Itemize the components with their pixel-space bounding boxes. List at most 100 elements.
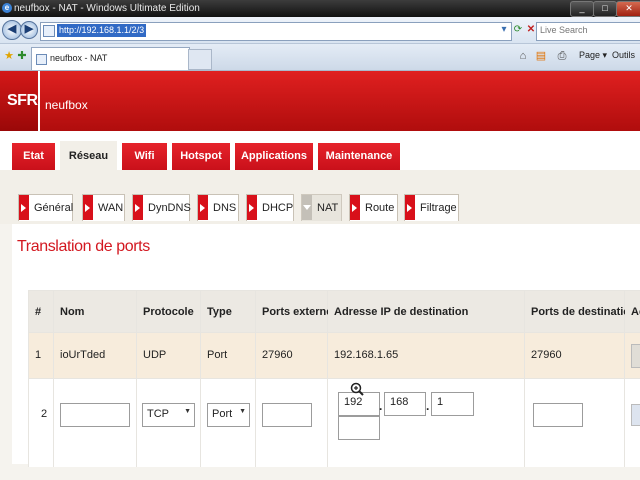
home-icon[interactable]: ⌂ xyxy=(517,49,529,63)
sub-nav: Général WAN DynDNS DNS DHCP NAT Route Fi… xyxy=(0,170,640,224)
tab-reseau[interactable]: Réseau xyxy=(60,141,117,170)
browser-tab-title: neufbox - NAT xyxy=(50,53,108,63)
section-title: Translation de ports xyxy=(17,238,150,255)
minimize-button[interactable]: _ xyxy=(570,1,594,17)
subtab-dyndns[interactable]: DynDNS xyxy=(132,194,191,221)
row-1-action-button[interactable] xyxy=(631,344,640,368)
col-header-num: # xyxy=(29,291,53,332)
col-header-protocole: Protocole xyxy=(137,291,200,332)
table-row-1-dest-ip: 192.168.1.65 xyxy=(328,333,524,378)
logo-divider xyxy=(38,71,40,131)
subtab-dhcp[interactable]: DHCP xyxy=(246,194,294,221)
arrow-marker-icon xyxy=(350,195,360,220)
arrow-marker-icon xyxy=(247,195,257,220)
page-menu[interactable]: Page ▾ xyxy=(579,50,607,61)
subtab-wan[interactable]: WAN xyxy=(82,194,125,221)
arrow-down-marker-icon xyxy=(302,195,312,220)
back-button[interactable]: ◀ xyxy=(2,20,22,40)
table-row-1-protocol: UDP xyxy=(137,333,200,378)
table-row-2-num: 2 xyxy=(29,379,53,467)
col-header-adresse-ip: Adresse IP de destination xyxy=(328,291,524,332)
tab-maintenance[interactable]: Maintenance xyxy=(318,143,400,170)
col-header-action: Ac xyxy=(625,291,640,332)
subtab-label: Général xyxy=(34,202,74,214)
ip-octet-3-input[interactable]: 1 xyxy=(431,392,474,416)
tab-hotspot[interactable]: Hotspot xyxy=(172,143,230,170)
browser-tab[interactable]: neufbox - NAT xyxy=(31,47,190,70)
table-row-1-ext-ports: 27960 xyxy=(256,333,327,378)
tab-wifi[interactable]: Wifi xyxy=(122,143,167,170)
search-placeholder: Live Search xyxy=(540,25,588,35)
col-header-ports-destination: Ports de destination xyxy=(525,291,637,332)
ip-octet-2-input[interactable]: 168 xyxy=(384,392,426,416)
chevron-down-icon: ▼ xyxy=(239,408,246,415)
protocol-select-value: TCP xyxy=(147,408,169,420)
window-titlebar: e neufbox - NAT - Windows Ultimate Editi… xyxy=(0,0,640,17)
browser-tab-bar: ★ ✚ neufbox - NAT ⌂ ▤ ⎙ Page ▾ Outils xyxy=(0,44,640,71)
port-forwarding-table: # Nom Protocole Type Ports externes Adre… xyxy=(28,290,640,467)
table-row-1-type: Port xyxy=(201,333,255,378)
subtab-route[interactable]: Route xyxy=(349,194,398,221)
ip-separator: . xyxy=(379,399,383,413)
new-tab-button[interactable] xyxy=(188,49,212,70)
col-header-nom: Nom xyxy=(54,291,136,332)
maximize-button[interactable]: □ xyxy=(593,1,617,17)
type-select-value: Port xyxy=(212,408,233,420)
name-input[interactable] xyxy=(60,403,130,427)
zoom-cursor-icon xyxy=(350,382,364,396)
row-2-add-button[interactable] xyxy=(631,404,640,426)
ip-octet-4-input[interactable] xyxy=(338,416,380,440)
page-favicon-icon xyxy=(43,25,55,37)
url-input[interactable]: http://192.168.1.1/2/3 xyxy=(40,22,512,41)
arrow-marker-icon xyxy=(198,195,208,220)
col-header-type: Type xyxy=(201,291,255,332)
table-row-1-name: ioUrTded xyxy=(54,333,136,378)
subtab-filtrage[interactable]: Filtrage xyxy=(404,194,459,221)
url-text: http://192.168.1.1/2/3 xyxy=(57,24,147,37)
tab-etat[interactable]: Etat xyxy=(12,143,55,170)
print-icon[interactable]: ⎙ xyxy=(556,49,568,63)
site-header: SFR neufbox xyxy=(0,71,640,131)
type-select[interactable]: Port ▼ xyxy=(207,403,250,427)
subtab-label: WAN xyxy=(98,202,124,214)
address-bar: ◀ ▶ http://192.168.1.1/2/3 ▾ ⟳ ✕ Live Se… xyxy=(0,17,640,44)
forward-button[interactable]: ▶ xyxy=(20,21,38,39)
favorites-star-icon[interactable]: ★ xyxy=(3,49,15,63)
subtab-label: Filtrage xyxy=(420,202,457,214)
tab-favicon-icon xyxy=(36,54,47,65)
subtab-general[interactable]: Général xyxy=(18,194,73,221)
ext-ports-input[interactable] xyxy=(262,403,312,427)
arrow-marker-icon xyxy=(83,195,93,220)
window-title: neufbox - NAT - Windows Ultimate Edition xyxy=(14,3,200,14)
subtab-label: DHCP xyxy=(262,202,294,214)
arrow-marker-icon xyxy=(405,195,415,220)
subtab-label: DynDNS xyxy=(148,202,191,214)
go-dropdown-icon[interactable]: ▾ xyxy=(497,22,511,38)
arrow-marker-icon xyxy=(133,195,143,220)
dest-ports-input[interactable] xyxy=(533,403,583,427)
table-row-1-num: 1 xyxy=(29,333,53,378)
feeds-icon[interactable]: ▤ xyxy=(535,49,547,63)
subtab-nat[interactable]: NAT xyxy=(301,194,342,221)
protocol-select[interactable]: TCP ▼ xyxy=(142,403,195,427)
col-header-ports-externes: Ports externes xyxy=(256,291,338,332)
arrow-marker-icon xyxy=(19,195,29,220)
table-row-1-dest-ports: 27960 xyxy=(525,333,624,378)
subtab-label: DNS xyxy=(213,202,237,214)
subtab-dns[interactable]: DNS xyxy=(197,194,239,221)
sfr-logo: SFR xyxy=(0,71,38,131)
main-nav: Etat Réseau Wifi Hotspot Applications Ma… xyxy=(0,131,640,170)
subtab-label: NAT xyxy=(317,202,339,214)
add-favorite-icon[interactable]: ✚ xyxy=(16,49,28,63)
brand-name: neufbox xyxy=(45,98,88,112)
search-input[interactable]: Live Search xyxy=(536,22,640,41)
tab-applications[interactable]: Applications xyxy=(235,143,313,170)
ie-logo-icon: e xyxy=(2,3,12,13)
close-button[interactable]: ✕ xyxy=(616,1,640,17)
tools-menu[interactable]: Outils xyxy=(612,50,635,60)
ip-separator: . xyxy=(426,399,430,413)
refresh-icon[interactable]: ⟳ xyxy=(511,22,525,38)
sfr-logo-text: SFR xyxy=(7,92,38,109)
subtab-label: Route xyxy=(365,202,395,214)
chevron-down-icon: ▼ xyxy=(184,408,191,415)
